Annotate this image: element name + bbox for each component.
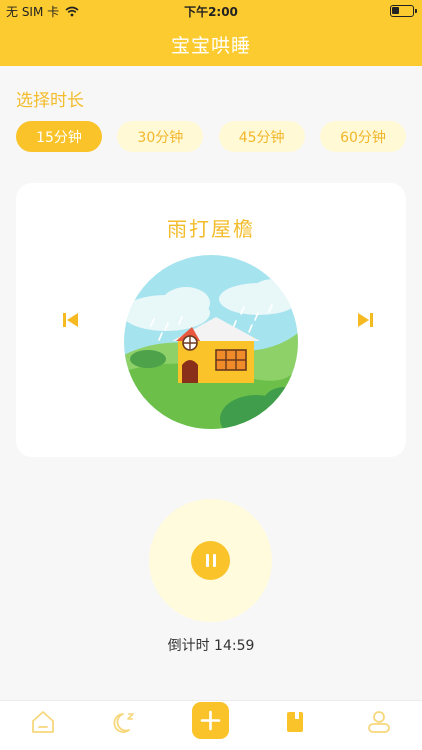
page-title: 宝宝哄睡 (170, 34, 251, 57)
next-track-icon[interactable] (356, 311, 374, 329)
plus-icon (200, 710, 221, 731)
duration-section-title: 选择时长 (16, 91, 84, 111)
duration-option-60[interactable]: 60分钟 (319, 121, 406, 152)
player-control (149, 499, 272, 622)
moon-sleep-icon[interactable] (113, 709, 139, 735)
rain-house-illustration (124, 255, 298, 429)
profile-icon[interactable] (366, 709, 392, 735)
nav-bar: 宝宝哄睡 (0, 22, 422, 66)
status-bar: 无 SIM 卡 下午2:00 (0, 0, 422, 22)
battery-icon (390, 5, 417, 17)
pause-button[interactable] (191, 541, 230, 580)
add-button[interactable] (192, 702, 229, 739)
pause-icon (205, 554, 209, 567)
home-icon[interactable] (30, 709, 56, 735)
duration-options: 15分钟 30分钟 45分钟 60分钟 (16, 121, 406, 152)
duration-option-30[interactable]: 30分钟 (117, 121, 204, 152)
countdown-timer: 倒计时 14:59 (167, 638, 255, 654)
previous-track-icon[interactable] (62, 311, 80, 329)
duration-option-15[interactable]: 15分钟 (16, 121, 102, 152)
status-time: 下午2:00 (184, 5, 238, 19)
duration-option-45[interactable]: 45分钟 (218, 121, 305, 152)
book-icon[interactable] (282, 709, 308, 735)
tab-bar (0, 700, 422, 750)
track-title: 雨打屋檐 (167, 217, 255, 241)
player-card: 雨打屋檐 (16, 183, 406, 457)
